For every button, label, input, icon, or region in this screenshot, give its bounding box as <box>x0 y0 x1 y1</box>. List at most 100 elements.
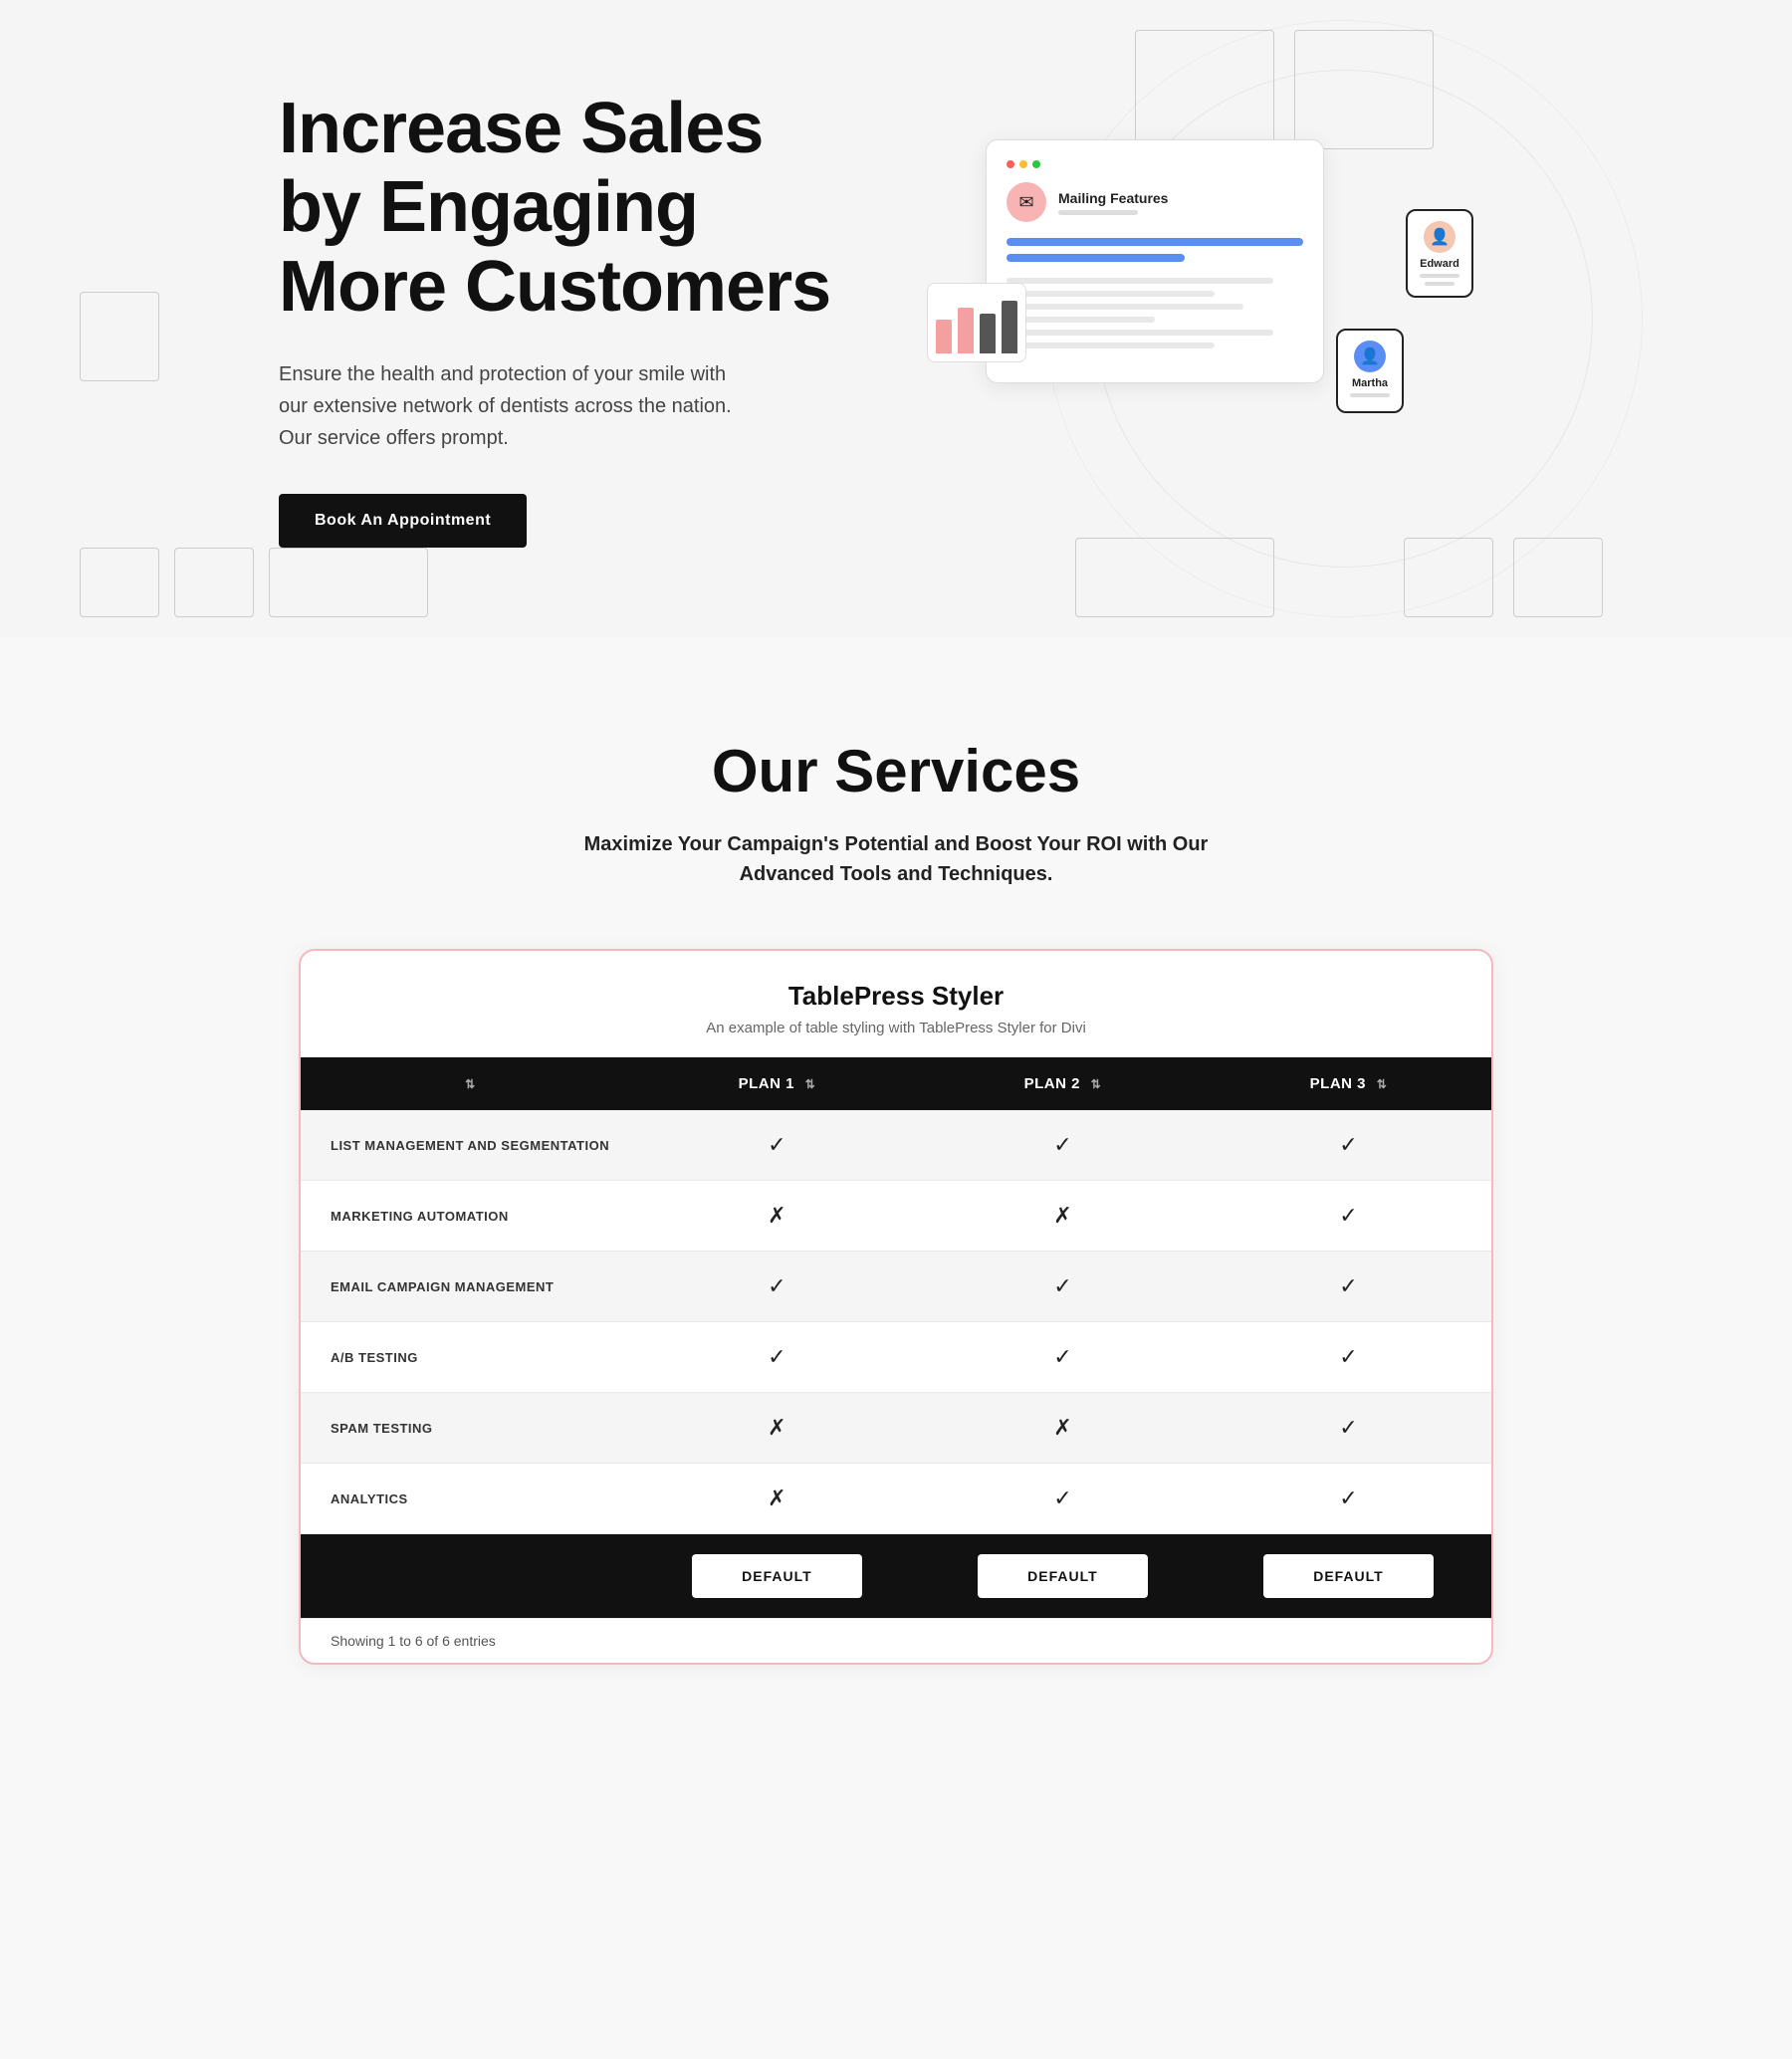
check-icon: ✓ <box>1339 1273 1357 1298</box>
plan3-cell: ✓ <box>1206 1322 1491 1393</box>
plan1-cell: ✓ <box>634 1252 920 1322</box>
plan1-cell: ✗ <box>634 1393 920 1464</box>
plan1-cell: ✓ <box>634 1322 920 1393</box>
check-icon: ✓ <box>768 1132 785 1157</box>
check-icon: ✓ <box>1339 1203 1357 1228</box>
plan2-cell: ✗ <box>920 1181 1206 1252</box>
mockup-line-3 <box>1007 304 1243 310</box>
user-name-martha: Martha <box>1350 377 1390 389</box>
table-footer-row: DEFAULT DEFAULT DEFAULT <box>301 1534 1491 1619</box>
plan3-cell: ✓ <box>1206 1252 1491 1322</box>
plan3-cell: ✓ <box>1206 1393 1491 1464</box>
cross-icon: ✗ <box>768 1415 785 1440</box>
plan2-cell: ✗ <box>920 1393 1206 1464</box>
feature-cell: SPAM TESTING <box>301 1393 634 1464</box>
dot-yellow <box>1019 160 1027 168</box>
check-icon: ✓ <box>768 1273 785 1298</box>
user-card-martha: 👤 Martha <box>1336 329 1404 413</box>
deco-box-bl1 <box>80 548 159 617</box>
footer-plan1: DEFAULT <box>634 1534 920 1619</box>
hero-left-panel: Increase Sales by Engaging More Customer… <box>279 90 896 548</box>
plan3-default-button[interactable]: DEFAULT <box>1263 1554 1434 1598</box>
cross-icon: ✗ <box>768 1203 785 1228</box>
user-card-edward: 👤 Edward <box>1406 209 1473 298</box>
plan3-cell: ✓ <box>1206 1110 1491 1181</box>
tablepress-title: TablePress Styler <box>340 981 1452 1012</box>
mockup-main-card: ✉ Mailing Features <box>986 139 1324 383</box>
mockup-header-row: ✉ Mailing Features <box>1007 182 1303 222</box>
plan1-cell: ✓ <box>634 1110 920 1181</box>
plan3-cell: ✓ <box>1206 1464 1491 1534</box>
col-header-feature[interactable]: ⇅ <box>301 1057 634 1110</box>
mockup-line-1 <box>1007 278 1273 284</box>
plan2-cell: ✓ <box>920 1322 1206 1393</box>
table-row: EMAIL CAMPAIGN MANAGEMENT ✓ ✓ ✓ <box>301 1252 1491 1322</box>
table-row: ANALYTICS ✗ ✓ ✓ <box>301 1464 1491 1534</box>
table-row: LIST MANAGEMENT AND SEGMENTATION✓✓✓ <box>301 1110 1491 1181</box>
feature-cell: MARKETING AUTOMATION <box>301 1181 634 1252</box>
sort-icon-plan1: ⇅ <box>805 1077 816 1091</box>
email-icon: ✉ <box>1007 182 1046 222</box>
dot-green <box>1032 160 1040 168</box>
services-subtitle: Maximize Your Campaign's Potential and B… <box>548 829 1244 889</box>
check-icon: ✓ <box>1339 1132 1357 1157</box>
cross-icon: ✗ <box>768 1486 785 1510</box>
plan2-cell: ✓ <box>920 1252 1206 1322</box>
chart-bar-4 <box>1002 301 1017 353</box>
plan1-default-button[interactable]: DEFAULT <box>692 1554 862 1598</box>
col-header-plan3[interactable]: PLAN 3 ⇅ <box>1206 1057 1491 1110</box>
footer-plan2: DEFAULT <box>920 1534 1206 1619</box>
hero-title: Increase Sales by Engaging More Customer… <box>279 90 896 327</box>
book-appointment-button[interactable]: Book An Appointment <box>279 494 527 548</box>
check-icon: ✓ <box>1339 1344 1357 1369</box>
tablepress-container: TablePress Styler An example of table st… <box>299 949 1493 1665</box>
chart-bar-3 <box>980 314 996 353</box>
feature-cell: EMAIL CAMPAIGN MANAGEMENT <box>301 1252 634 1322</box>
plan2-default-button[interactable]: DEFAULT <box>978 1554 1148 1598</box>
mockup-feature-label: Mailing Features <box>1058 190 1168 206</box>
col-header-plan1[interactable]: PLAN 1 ⇅ <box>634 1057 920 1110</box>
check-icon: ✓ <box>1053 1486 1071 1510</box>
col-header-plan2[interactable]: PLAN 2 ⇅ <box>920 1057 1206 1110</box>
cross-icon: ✗ <box>1053 1203 1071 1228</box>
avatar-martha: 👤 <box>1354 341 1386 372</box>
mockup-line-4 <box>1007 317 1155 323</box>
table-row: MARKETING AUTOMATION ✗ ✗ ✓ <box>301 1181 1491 1252</box>
hero-mockup: ✉ Mailing Features <box>926 110 1483 528</box>
mockup-lines <box>1007 278 1303 348</box>
check-icon: ✓ <box>1053 1344 1071 1369</box>
plan1-cell: ✗ <box>634 1464 920 1534</box>
mockup-line-6 <box>1007 343 1215 348</box>
check-icon: ✓ <box>768 1344 785 1369</box>
footer-empty <box>301 1534 634 1619</box>
tablepress-header: TablePress Styler An example of table st… <box>301 951 1491 1057</box>
mockup-chart <box>927 283 1026 362</box>
chart-bar-2 <box>958 308 974 354</box>
feature-cell: ANALYTICS <box>301 1464 634 1534</box>
plan3-cell: ✓ <box>1206 1181 1491 1252</box>
mockup-dots <box>1007 160 1303 168</box>
sort-icon-feature: ⇅ <box>465 1077 476 1091</box>
check-icon: ✓ <box>1339 1415 1357 1440</box>
cross-icon: ✗ <box>1053 1415 1071 1440</box>
hero-section: Increase Sales by Engaging More Customer… <box>0 0 1792 637</box>
hero-content: Increase Sales by Engaging More Customer… <box>199 40 1593 597</box>
mockup-line-2 <box>1007 291 1215 297</box>
table-row: SPAM TESTING ✗ ✗ ✓ <box>301 1393 1491 1464</box>
hero-description: Ensure the health and protection of your… <box>279 358 757 454</box>
sort-icon-plan2: ⇅ <box>1091 1077 1102 1091</box>
dot-red <box>1007 160 1014 168</box>
sort-icon-plan3: ⇅ <box>1377 1077 1388 1091</box>
avatar-edward: 👤 <box>1424 221 1456 253</box>
check-icon: ✓ <box>1339 1486 1357 1510</box>
check-icon: ✓ <box>1053 1273 1071 1298</box>
plan1-cell: ✗ <box>634 1181 920 1252</box>
hero-right-panel: ✉ Mailing Features <box>896 70 1513 568</box>
plan2-cell: ✓ <box>920 1464 1206 1534</box>
tablepress-subtitle-text: An example of table styling with TablePr… <box>340 1020 1452 1036</box>
plan-table: ⇅ PLAN 1 ⇅ PLAN 2 ⇅ PLAN 3 ⇅ LIST MANAGE… <box>301 1057 1491 1618</box>
tablepress-footer-text: Showing 1 to 6 of 6 entries <box>301 1618 1491 1663</box>
chart-bar-1 <box>936 320 952 353</box>
mockup-line-5 <box>1007 330 1273 336</box>
deco-box-ml <box>80 292 159 381</box>
